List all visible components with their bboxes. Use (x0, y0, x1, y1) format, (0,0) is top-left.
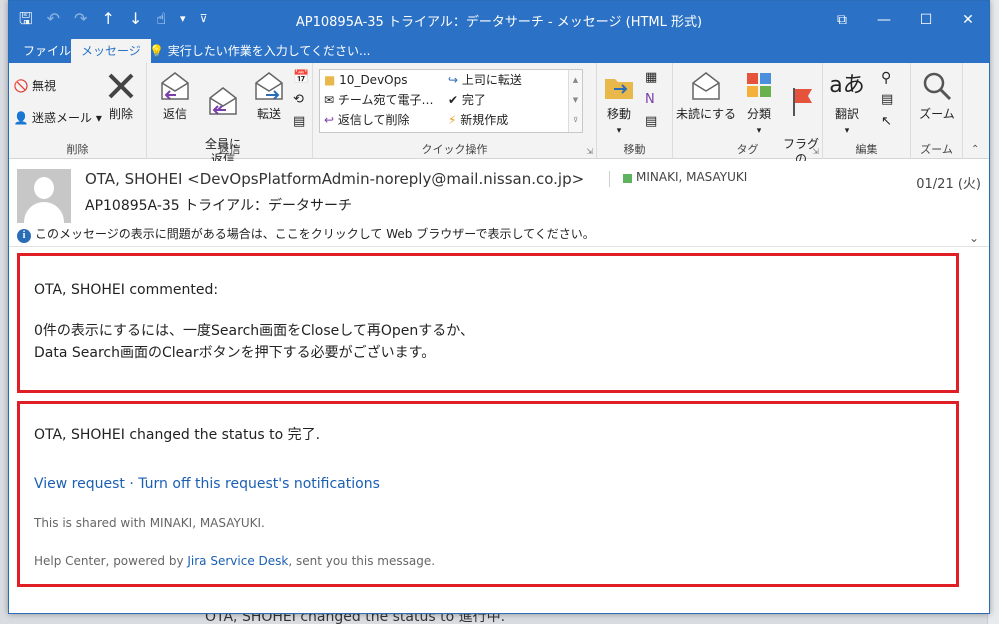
zoom-group-label: ズーム (920, 143, 953, 156)
more-respond-icon[interactable]: ⟲ (293, 91, 304, 109)
reply-all-icon (209, 87, 237, 115)
forward-icon (255, 72, 283, 100)
reply-delete-icon: ↩ (324, 113, 335, 127)
tags-launcher-icon[interactable]: ⇲ (812, 147, 819, 156)
ribbon: 🚫 無視 👤 迷惑メール ▾ 削除 削除 返信 全員に 返信 転送 📅 ⟲ ▤ … (9, 63, 989, 181)
meeting-reply-icon[interactable]: 📅 (293, 69, 309, 87)
chevron-down-icon[interactable]: ⌄ (969, 231, 979, 245)
actions-icon[interactable]: ▤ (645, 113, 657, 131)
ribbon-display-options-button[interactable]: ⧉ (821, 1, 863, 39)
turn-off-notifications-link[interactable]: Turn off this request's notifications (138, 476, 380, 492)
status-section: OTA, SHOHEI changed the status to 完了. Vi… (17, 401, 959, 587)
info-icon: i (17, 229, 31, 243)
recipient[interactable]: MINAKI, MASAYUKI (636, 170, 747, 184)
delete-button[interactable]: 削除 (101, 69, 141, 122)
maximize-button[interactable]: ☐ (905, 1, 947, 39)
onenote-icon[interactable]: N (645, 91, 655, 109)
respond-group-label: 返信 (218, 143, 241, 156)
link-separator: · (124, 476, 139, 492)
title-bar: 🖫 ↶ ↷ ↑ ↓ ☝ ▾ ⊽ AP10895A-35 トライアル：データサーチ… (9, 1, 989, 39)
respond-group: 返信 全員に 返信 転送 📅 ⟲ ▤ 返信 (147, 63, 313, 166)
zoom-button[interactable]: ズーム (915, 69, 959, 122)
ignore-button[interactable]: 🚫 無視 (13, 77, 57, 95)
info-bar[interactable]: i このメッセージの表示に問題がある場合は、ここをクリックして Web ブラウザー… (17, 225, 595, 243)
quick-step-devops[interactable]: ■ 10_DevOps (324, 71, 407, 89)
zoom-group: ズーム ズーム (911, 63, 963, 159)
junk-button[interactable]: 👤 迷惑メール ▾ (13, 109, 102, 127)
sender[interactable]: OTA, SHOHEI <DevOpsPlatformAdmin-noreply… (85, 170, 584, 188)
flag-icon (793, 88, 812, 116)
avatar (17, 169, 71, 223)
move-group: 移動 ▾ ▦ N ▤ 移動 (597, 63, 673, 159)
ribbon-tabs: ファイル メッセージ 💡 実行したい作業を入力してください... (9, 39, 989, 63)
message-window: 🖫 ↶ ↷ ↑ ↓ ☝ ▾ ⊽ AP10895A-35 トライアル：データサーチ… (8, 0, 990, 614)
delete-group-label: 削除 (66, 143, 89, 156)
forward-button[interactable]: 転送 (249, 69, 289, 122)
quick-step-create-new[interactable]: ⚡ 新規作成 (448, 111, 508, 129)
request-links: View request · Turn off this request's n… (34, 476, 380, 492)
rules-icon[interactable]: ▦ (645, 69, 657, 87)
message-header: OTA, SHOHEI <DevOpsPlatformAdmin-noreply… (9, 161, 989, 246)
translate-icon: aあ (829, 73, 865, 98)
junk-icon: 👤 (13, 111, 29, 125)
related-icon[interactable]: ▤ (881, 91, 893, 109)
footer: Help Center, powered by Jira Service Des… (34, 554, 436, 568)
magnifier-icon (923, 72, 952, 101)
tags-group: 未読にする 分類▾ フラグの 設定 タグ ⇲ (673, 63, 823, 181)
jira-service-desk-link[interactable]: Jira Service Desk (187, 554, 288, 568)
sent-date: 01/21 (火) (916, 177, 981, 192)
quick-step-reply-delete[interactable]: ↩ 返信して削除 (324, 111, 410, 129)
mail-icon: ✉ (324, 93, 335, 107)
quick-steps-group-label: クイック操作 (421, 143, 488, 156)
move-folder-icon (605, 79, 633, 99)
quick-step-team-email[interactable]: ✉ チーム宛て電子… (324, 91, 434, 109)
mark-unread-button[interactable]: 未読にする (675, 69, 737, 122)
editing-group: aあ 翻訳 ▾ ⚲ ▤ ↖ 編集 (823, 63, 911, 159)
separator (609, 171, 610, 187)
tell-me-search[interactable]: 💡 実行したい作業を入力してください... (149, 39, 370, 63)
quick-steps-scroll[interactable]: ▲ ▼ ⊽ (568, 70, 582, 132)
categorize-button[interactable]: 分類 ▾ (741, 69, 777, 139)
comment-line-1: 0件の表示にするには、一度Search画面をCloseして再Openするか、 (34, 323, 474, 339)
translate-button[interactable]: aあ 翻訳 ▾ (829, 69, 865, 139)
close-button[interactable]: ✕ (947, 1, 989, 39)
minimize-button[interactable]: — (863, 1, 905, 39)
quick-steps-group: ■ 10_DevOps ✉ チーム宛て電子… ↩ 返信して削除 ↪ 上司に転送 … (313, 63, 597, 159)
unread-icon (692, 72, 720, 100)
shared-with: This is shared with MINAKI, MASAYUKI. (34, 516, 265, 530)
message-body: OTA, SHOHEI commented: 0件の表示にするには、一度Sear… (9, 247, 989, 613)
quick-steps-launcher-icon[interactable]: ⇲ (586, 147, 593, 156)
quick-step-done[interactable]: ✔ 完了 (448, 91, 486, 109)
move-button[interactable]: 移動 ▾ (601, 69, 637, 139)
folder-icon: ■ (324, 73, 336, 87)
delete-icon (108, 73, 134, 99)
im-reply-icon[interactable]: ▤ (293, 113, 305, 131)
delete-group: 🚫 無視 👤 迷惑メール ▾ 削除 削除 (9, 63, 147, 159)
move-group-label: 移動 (623, 143, 646, 156)
lightning-icon: ⚡ (448, 113, 457, 127)
view-request-link[interactable]: View request (34, 476, 125, 492)
select-icon[interactable]: ↖ (881, 113, 892, 131)
tab-message[interactable]: メッセージ (71, 39, 151, 63)
reply-button[interactable]: 返信 (155, 69, 195, 122)
window-controls: ⧉ — ☐ ✕ (821, 1, 989, 39)
tags-group-label: タグ (736, 143, 759, 156)
categorize-icon (747, 73, 771, 97)
editing-group-label: 編集 (855, 143, 878, 156)
quick-steps-gallery: ■ 10_DevOps ✉ チーム宛て電子… ↩ 返信して削除 ↪ 上司に転送 … (319, 69, 583, 133)
quick-step-forward-manager[interactable]: ↪ 上司に転送 (448, 71, 522, 89)
comment-header: OTA, SHOHEI commented: (34, 282, 219, 298)
comment-line-2: Data Search画面のClearボタンを押下する必要がございます。 (34, 345, 436, 361)
subject: AP10895A-35 トライアル：データサーチ (85, 198, 353, 214)
presence-indicator (623, 174, 632, 183)
checkmark-icon: ✔ (448, 93, 459, 107)
reply-icon (161, 72, 189, 100)
forward-manager-icon: ↪ (448, 73, 459, 87)
find-icon[interactable]: ⚲ (881, 69, 891, 87)
status-change: OTA, SHOHEI changed the status to 完了. (34, 427, 321, 443)
collapse-ribbon-icon[interactable]: ⌃ (971, 141, 979, 159)
ignore-icon: 🚫 (13, 79, 29, 93)
comment-section: OTA, SHOHEI commented: 0件の表示にするには、一度Sear… (17, 253, 959, 393)
